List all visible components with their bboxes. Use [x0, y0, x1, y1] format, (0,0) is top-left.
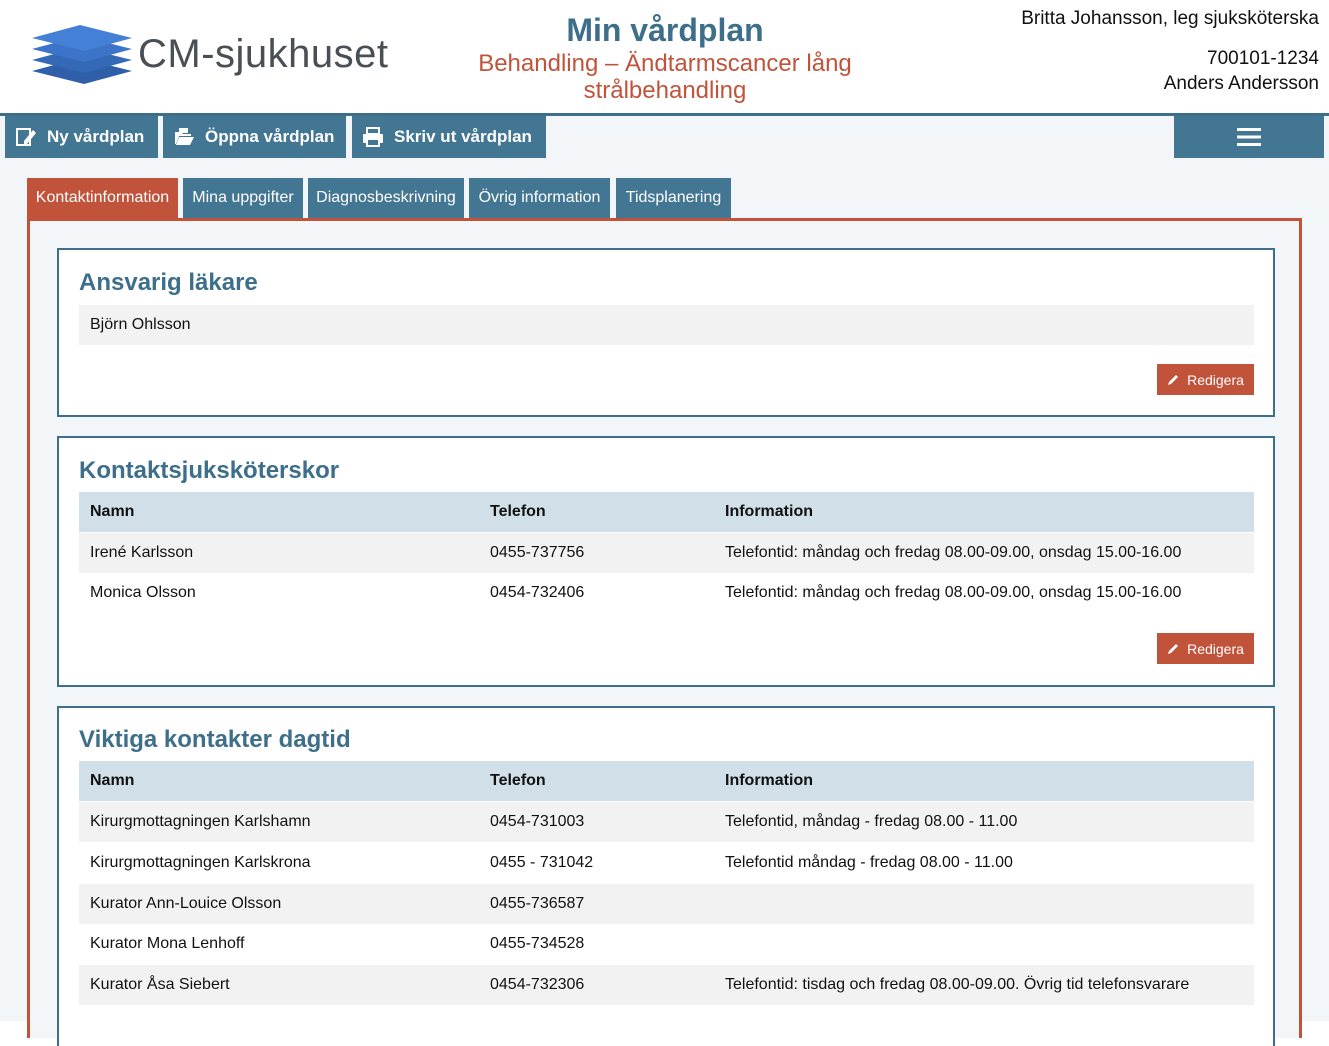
contact-nurses-card: Kontaktsjuksköterskor Namn Telefon Infor…: [57, 436, 1275, 687]
table-header: Namn Telefon Information: [79, 492, 1254, 532]
cell-information: Telefontid måndag - fredag 08.00 - 11.00: [725, 854, 1013, 871]
column-header-information: Information: [725, 503, 813, 520]
table-header: Namn Telefon Information: [79, 761, 1254, 801]
column-header-information: Information: [725, 772, 813, 789]
new-careplan-label: Ny vårdplan: [47, 127, 145, 146]
table-row: Monica Olsson 0454-732406 Telefontid: må…: [79, 573, 1254, 613]
app-header: CM-sjukhuset Min vårdplan Behandling – Ä…: [0, 0, 1329, 113]
column-header-phone: Telefon: [490, 772, 546, 789]
cell-name: Kurator Åsa Siebert: [90, 976, 230, 993]
table-row: Kurator Åsa Siebert 0454-732306 Telefont…: [79, 965, 1254, 1005]
cell-name: Kurator Ann-Louice Olsson: [90, 895, 282, 912]
cell-phone: 0455 - 731042: [490, 854, 594, 871]
table-row: Irené Karlsson 0455-737756 Telefontid: m…: [79, 533, 1254, 573]
staff-name: Britta Johansson, leg sjuksköterska: [1021, 8, 1319, 29]
user-info: Britta Johansson, leg sjuksköterska 7001…: [1021, 6, 1319, 96]
hospital-logo: CM-sjukhuset: [30, 24, 410, 94]
table-row: Kurator Ann-Louice Olsson 0455-736587: [79, 884, 1254, 924]
edit-label: Redigera: [1187, 371, 1244, 388]
cell-phone: 0455-736587: [490, 895, 585, 912]
cell-name: Kurator Mona Lenhoff: [90, 935, 245, 952]
cell-name: Kirurgmottagningen Karlskrona: [90, 854, 311, 871]
responsible-doctor-card: Ansvarig läkare Björn Ohlsson Redigera: [57, 248, 1275, 417]
edit-doctor-button[interactable]: Redigera: [1157, 364, 1254, 395]
cell-phone: 0454-731003: [490, 813, 585, 830]
pencil-icon: [1168, 644, 1179, 654]
patient-id: 700101-1234: [1207, 48, 1319, 69]
tab-diagnosbeskrivning[interactable]: Diagnosbeskrivning: [308, 178, 464, 218]
new-careplan-button[interactable]: Ny vårdplan: [5, 116, 158, 158]
pencil-icon: [1168, 375, 1179, 385]
important-contacts-card: Viktiga kontakter dagtid Namn Telefon In…: [57, 706, 1275, 1046]
cell-name: Kirurgmottagningen Karlshamn: [90, 813, 311, 830]
print-careplan-label: Skriv ut vårdplan: [394, 127, 532, 146]
table-row: Kirurgmottagningen Karlskrona 0455 - 731…: [79, 843, 1254, 883]
column-header-name: Namn: [90, 503, 135, 520]
tab-tidsplanering[interactable]: Tidsplanering: [616, 178, 731, 218]
hamburger-menu-icon: [1237, 128, 1261, 146]
doctor-name: Björn Ohlsson: [90, 316, 191, 333]
edit-document-icon: [16, 128, 36, 146]
column-header-phone: Telefon: [490, 503, 546, 520]
tab-panel: Ansvarig läkare Björn Ohlsson Redigera K…: [27, 218, 1302, 1046]
section-title: Viktiga kontakter dagtid: [79, 726, 351, 753]
printer-icon: [363, 127, 383, 147]
column-header-name: Namn: [90, 772, 135, 789]
cell-phone: 0455-734528: [490, 935, 585, 952]
tab-ovrig-information[interactable]: Övrig information: [469, 178, 610, 218]
open-careplan-label: Öppna vårdplan: [205, 127, 335, 146]
page-title: Min vårdplan: [566, 12, 764, 48]
table-row: Kurator Mona Lenhoff 0455-734528: [79, 924, 1254, 964]
table-row: Kirurgmottagningen Karlshamn 0454-731003…: [79, 802, 1254, 842]
cell-phone: 0454-732306: [490, 976, 585, 993]
tab-mina-uppgifter[interactable]: Mina uppgifter: [183, 178, 303, 218]
page-subtitle: Behandling – Ändtarmscancer lång strålbe…: [478, 50, 852, 104]
open-careplan-button[interactable]: Öppna vårdplan: [163, 116, 346, 158]
open-folder-icon: [175, 128, 194, 145]
section-title: Ansvarig läkare: [79, 269, 258, 296]
cell-phone: 0454-732406: [490, 584, 585, 601]
print-careplan-button[interactable]: Skriv ut vårdplan: [352, 116, 546, 158]
cell-name: Monica Olsson: [90, 584, 196, 601]
tab-kontaktinformation[interactable]: Kontaktinformation: [27, 178, 178, 218]
cell-information: Telefontid, måndag - fredag 08.00 - 11.0…: [725, 813, 1018, 830]
page-titles: Min vårdplan Behandling – Ändtarmscancer…: [440, 10, 890, 104]
edit-nurses-button[interactable]: Redigera: [1157, 633, 1254, 664]
patient-name: Anders Andersson: [1163, 73, 1319, 94]
menu-button[interactable]: [1174, 116, 1324, 158]
cell-information: Telefontid: måndag och fredag 08.00-09.0…: [725, 584, 1182, 601]
doctor-row: Björn Ohlsson: [79, 305, 1254, 345]
edit-label: Redigera: [1187, 640, 1244, 657]
cell-phone: 0455-737756: [490, 544, 585, 561]
cell-information: Telefontid: tisdag och fredag 08.00-09.0…: [725, 976, 1190, 993]
logo-text: CM-sjukhuset: [138, 32, 389, 76]
stack-logo-icon: [32, 25, 132, 84]
cell-name: Irené Karlsson: [90, 544, 194, 561]
cell-information: Telefontid: måndag och fredag 08.00-09.0…: [725, 544, 1182, 561]
section-title: Kontaktsjuksköterskor: [79, 457, 340, 484]
